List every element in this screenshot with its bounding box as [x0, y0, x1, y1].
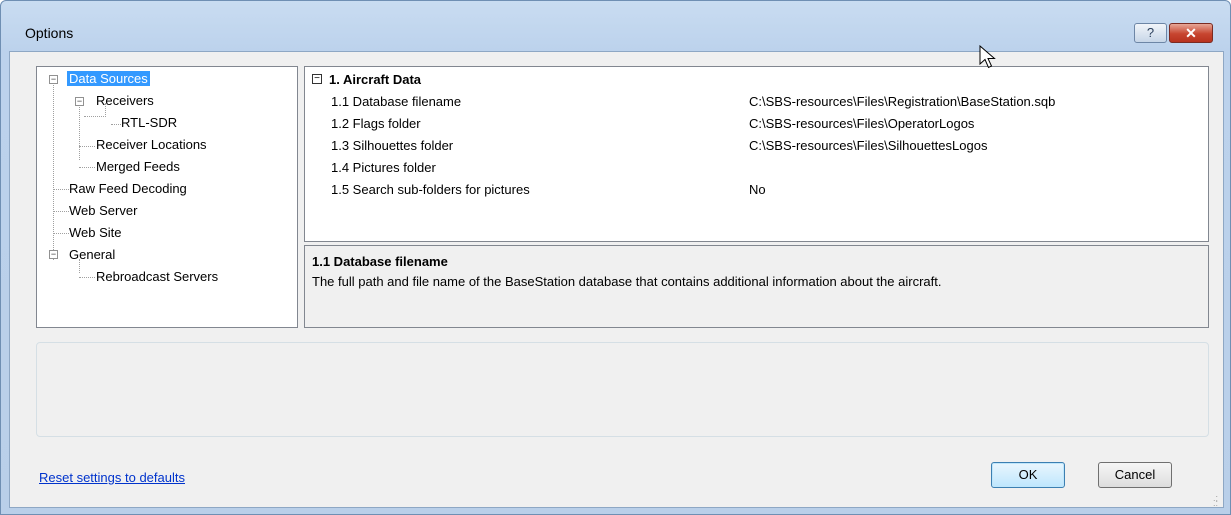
collapse-data-sources-icon[interactable]: −: [49, 75, 58, 84]
property-value[interactable]: C:\SBS-resources\Files\OperatorLogos: [749, 116, 974, 131]
property-name[interactable]: 1.2 Flags folder: [331, 116, 421, 131]
collapse-general-icon[interactable]: −: [49, 250, 58, 259]
mouse-cursor-icon: [979, 45, 996, 69]
tree-item-label: Web Server: [69, 203, 138, 218]
ok-button[interactable]: OK: [991, 462, 1065, 488]
resize-grip-icon[interactable]: .:.:: [1213, 494, 1223, 508]
description-text: The full path and file name of the BaseS…: [312, 274, 942, 289]
tree-item-label: Receivers: [96, 93, 154, 108]
tree-line: [84, 116, 104, 118]
tree-item-label: RTL-SDR: [121, 115, 178, 130]
tree-item-label: General: [69, 247, 116, 262]
tree-item-label: Merged Feeds: [96, 159, 180, 174]
property-value[interactable]: No: [749, 182, 766, 197]
property-value[interactable]: C:\SBS-resources\Files\Registration\Base…: [749, 94, 1055, 109]
description-title: 1.1 Database filename: [312, 254, 448, 269]
tree-item-general[interactable]: General: [67, 246, 117, 264]
cancel-button[interactable]: Cancel: [1098, 462, 1172, 488]
property-name[interactable]: 1.4 Pictures folder: [331, 160, 436, 175]
tree-item-rtl-sdr[interactable]: RTL-SDR: [119, 114, 179, 132]
tree-line: [79, 167, 95, 169]
tree-item-receivers[interactable]: Receivers: [94, 92, 156, 110]
help-button[interactable]: ?: [1134, 23, 1167, 43]
tree-item-label: Web Site: [69, 225, 122, 240]
property-name[interactable]: 1.1 Database filename: [331, 94, 461, 109]
tree-item-rebroadcast-servers[interactable]: Rebroadcast Servers: [94, 268, 220, 286]
tree-item-web-site[interactable]: Web Site: [67, 224, 124, 242]
tree-line: [79, 146, 95, 148]
tree-line: [79, 277, 95, 279]
tree-item-web-server[interactable]: Web Server: [67, 202, 139, 220]
tree-item-label: Receiver Locations: [96, 137, 207, 152]
collapse-category-icon[interactable]: −: [312, 74, 322, 84]
property-name[interactable]: 1.5 Search sub-folders for pictures: [331, 182, 530, 197]
reset-defaults-link[interactable]: Reset settings to defaults: [39, 470, 185, 485]
tree-item-raw-feed-decoding[interactable]: Raw Feed Decoding: [67, 180, 189, 198]
title-bar[interactable]: Options ? ✕: [1, 1, 1230, 51]
options-tree[interactable]: − − − Data Sources Receivers RTL-SDR Rec…: [36, 66, 298, 328]
options-dialog: Options ? ✕ − − − Data Sources Receivers…: [0, 0, 1231, 515]
tree-item-label: Data Sources: [67, 71, 150, 86]
options-lower-panel: [36, 342, 1209, 437]
property-description-pane: 1.1 Database filename The full path and …: [304, 245, 1209, 328]
tree-item-label: Rebroadcast Servers: [96, 269, 219, 284]
window-title: Options: [25, 25, 74, 41]
collapse-receivers-icon[interactable]: −: [75, 97, 84, 106]
close-button[interactable]: ✕: [1169, 23, 1213, 43]
property-grid[interactable]: − 1. Aircraft Data 1.1 Database filename…: [304, 66, 1209, 242]
tree-item-receiver-locations[interactable]: Receiver Locations: [94, 136, 209, 154]
category-title[interactable]: 1. Aircraft Data: [329, 72, 421, 87]
tree-line: [79, 103, 81, 160]
tree-item-label: Raw Feed Decoding: [69, 181, 187, 196]
tree-item-data-sources[interactable]: Data Sources: [67, 70, 150, 88]
tree-item-merged-feeds[interactable]: Merged Feeds: [94, 158, 182, 176]
property-name[interactable]: 1.3 Silhouettes folder: [331, 138, 453, 153]
property-value[interactable]: C:\SBS-resources\Files\SilhouettesLogos: [749, 138, 987, 153]
